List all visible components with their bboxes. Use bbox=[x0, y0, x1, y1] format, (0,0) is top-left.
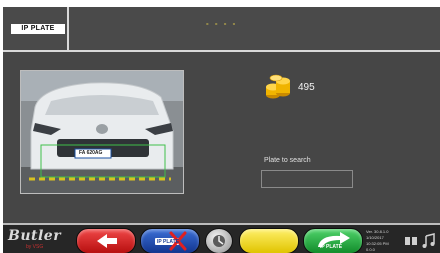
coins-icon bbox=[265, 73, 291, 101]
reset-button[interactable] bbox=[205, 228, 233, 253]
network-icon bbox=[405, 237, 417, 245]
header-divider bbox=[67, 7, 69, 50]
plate-search-input[interactable] bbox=[261, 170, 353, 188]
arrow-left-icon bbox=[97, 234, 117, 248]
cancel-button-label: IP PLATE bbox=[157, 239, 180, 245]
camera-feed: FA 620AG bbox=[20, 70, 184, 194]
system-tray bbox=[404, 233, 438, 249]
car-camera-image bbox=[21, 71, 183, 193]
back-button[interactable] bbox=[76, 228, 136, 253]
brand-sub: by VSG bbox=[26, 244, 44, 250]
status-indicator: - - - - bbox=[206, 19, 238, 28]
music-icon bbox=[422, 233, 435, 248]
tab-ip-plate[interactable]: IP PLATE bbox=[11, 24, 65, 34]
round-button-icon bbox=[213, 235, 225, 247]
brand-name: Butler bbox=[8, 228, 62, 244]
footer-toolbar: Butler by VSG IP PLATE IP PLATE Ver. 30.… bbox=[3, 223, 440, 253]
plate-text: FA 620AG bbox=[79, 150, 103, 156]
brand-logo: Butler by VSG bbox=[8, 228, 72, 252]
yellow-button[interactable] bbox=[239, 228, 299, 253]
cancel-button[interactable]: IP PLATE bbox=[140, 228, 200, 253]
header-bar: IP PLATE - - - - bbox=[3, 7, 440, 52]
app-screen: IP PLATE - - - - FA 620AG 495 Plate to s… bbox=[3, 7, 440, 253]
confirm-button[interactable]: IP PLATE bbox=[303, 228, 363, 253]
credit-count: 495 bbox=[298, 82, 315, 93]
version-info: Ver. 30.8.1.0 1/10/2017 10:32:05 PM 0.0.… bbox=[366, 229, 389, 253]
info-line: 0.0.0 bbox=[366, 247, 375, 252]
confirm-button-label: IP PLATE bbox=[320, 244, 343, 250]
plate-search-label: Plate to search bbox=[264, 157, 311, 164]
